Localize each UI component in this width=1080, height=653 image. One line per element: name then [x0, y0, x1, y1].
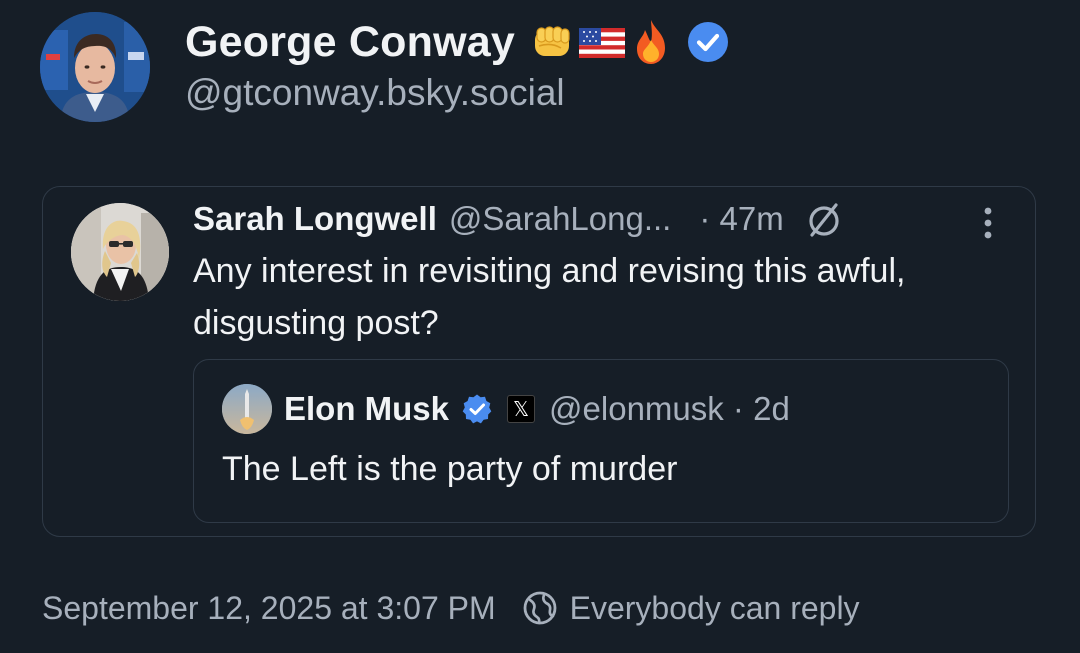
reply-setting[interactable]: Everybody can reply [522, 590, 860, 627]
nested-quote-card[interactable]: Elon Musk 𝕏 @elonmusk · 2d The Left is t… [193, 359, 1009, 523]
x-logo-icon: 𝕏 [507, 395, 536, 423]
quoted-author-handle[interactable]: @SarahLong... [449, 200, 671, 238]
nested-quote-header: Elon Musk 𝕏 @elonmusk · 2d [284, 386, 790, 432]
nested-author-avatar[interactable] [222, 384, 272, 434]
reply-setting-label: Everybody can reply [569, 589, 860, 626]
post-footer: September 12, 2025 at 3:07 PM Everybody … [42, 584, 860, 632]
quoted-author-avatar[interactable] [71, 203, 169, 301]
author-emojis [531, 18, 673, 66]
fist-icon [531, 22, 575, 62]
post-timestamp[interactable]: September 12, 2025 at 3:07 PM [42, 590, 496, 627]
quoted-post-text: Any interest in revisiting and revising … [193, 252, 906, 342]
quoted-author-name[interactable]: Sarah Longwell [193, 200, 437, 238]
fire-icon [629, 18, 673, 66]
edited-icon [804, 199, 844, 239]
post: George Conway @gtconway.bsky.social Sara… [0, 0, 1080, 653]
quoted-post-card[interactable]: Sarah Longwell @SarahLong... · 47m Any i… [42, 186, 1036, 537]
us-flag-icon [577, 22, 627, 62]
quoted-post-time[interactable]: · 47m [699, 200, 783, 238]
author-avatar[interactable] [40, 12, 150, 122]
author-name-row: George Conway [185, 14, 729, 70]
nested-author-handle[interactable]: @elonmusk · 2d [549, 390, 790, 428]
more-options-icon[interactable] [973, 203, 1003, 243]
verified-badge-icon [687, 21, 729, 63]
quoted-post-header: Sarah Longwell @SarahLong... · 47m [193, 195, 844, 243]
nested-author-name[interactable]: Elon Musk [284, 390, 449, 428]
verified-badge-icon [461, 393, 493, 425]
nested-quote-text: The Left is the party of murder [222, 450, 678, 488]
author-handle[interactable]: @gtconway.bsky.social [185, 72, 565, 114]
globe-icon [523, 591, 557, 625]
author-display-name[interactable]: George Conway [185, 18, 515, 67]
